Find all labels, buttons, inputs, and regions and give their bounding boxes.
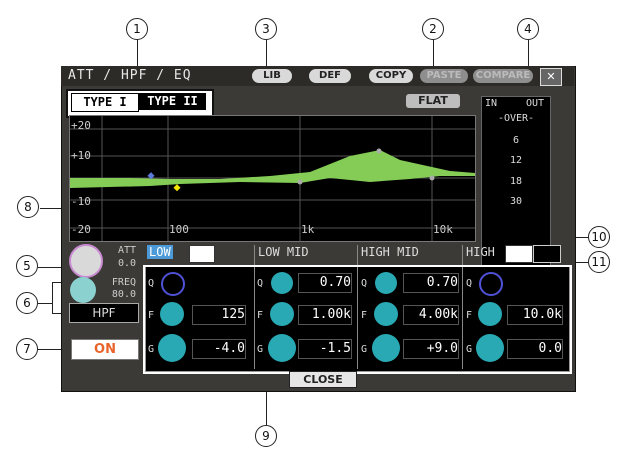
callout-2: 2 bbox=[422, 18, 444, 40]
att-knob[interactable] bbox=[69, 244, 103, 278]
flat-button[interactable]: FLAT bbox=[406, 94, 460, 108]
y-label-plus10: +10 bbox=[71, 149, 91, 162]
band-point-hpf[interactable] bbox=[173, 184, 181, 192]
callout-line-6a bbox=[38, 303, 52, 304]
callout-line-6b bbox=[52, 282, 53, 314]
meter-out-label: OUT bbox=[526, 98, 545, 109]
x-label-1k: 1k bbox=[301, 223, 315, 236]
meter-scale-18: 18 bbox=[509, 176, 523, 187]
att-value: 0.0 bbox=[117, 258, 136, 269]
close-button[interactable]: CLOSE bbox=[289, 371, 357, 388]
callout-3: 3 bbox=[255, 18, 277, 40]
high-shelf-filter-icon[interactable] bbox=[505, 245, 533, 263]
meter-over-label: -OVER- bbox=[497, 113, 535, 124]
eq-on-button[interactable]: ON bbox=[71, 339, 139, 360]
callout-5: 5 bbox=[16, 255, 38, 277]
x-label-100: 100 bbox=[169, 223, 189, 236]
type-1-button[interactable]: TYPE I bbox=[71, 93, 139, 112]
callout-8: 8 bbox=[17, 196, 39, 218]
band-point-highmid[interactable] bbox=[376, 148, 382, 154]
x-label-10k: 10k bbox=[433, 223, 453, 236]
y-label-minus20: -20 bbox=[71, 223, 91, 236]
y-label-minus10: -10 bbox=[71, 195, 91, 208]
high-pass-filter-icon[interactable] bbox=[533, 245, 561, 263]
band-params-outline bbox=[143, 265, 572, 374]
y-label-plus20: +20 bbox=[71, 119, 91, 132]
callout-9: 9 bbox=[255, 425, 277, 447]
hpf-freq-value: 80.0 bbox=[111, 289, 136, 300]
close-x-icon[interactable]: ✕ bbox=[540, 68, 562, 86]
band-point-high[interactable] bbox=[429, 175, 435, 181]
callout-1: 1 bbox=[126, 18, 148, 40]
eq-curve-svg bbox=[70, 116, 475, 241]
hpf-button[interactable]: HPF bbox=[69, 303, 139, 323]
meter-in-label: IN bbox=[485, 98, 498, 109]
hpf-freq-knob[interactable] bbox=[70, 277, 96, 303]
meter-scale-6: 6 bbox=[512, 135, 520, 146]
band-point-lowmid[interactable] bbox=[297, 179, 303, 185]
callout-11: 11 bbox=[588, 251, 610, 273]
lib-button[interactable]: LIB bbox=[252, 69, 292, 83]
panel-title: ATT / HPF / EQ bbox=[68, 68, 192, 83]
band-header-lowmid: LOW MID bbox=[258, 245, 309, 259]
callout-10: 10 bbox=[588, 226, 610, 248]
def-button[interactable]: DEF bbox=[309, 69, 351, 83]
meter-scale-12: 12 bbox=[509, 155, 523, 166]
band-header-low: LOW bbox=[147, 245, 173, 259]
type-2-button[interactable]: TYPE II bbox=[139, 93, 206, 110]
callout-4: 4 bbox=[517, 18, 539, 40]
meter-scale-30: 30 bbox=[509, 196, 523, 207]
band-header-highmid: HIGH MID bbox=[361, 245, 419, 259]
hpf-freq-label: FREQ bbox=[111, 277, 136, 288]
low-shelf-filter-icon[interactable] bbox=[189, 245, 215, 263]
callout-6: 6 bbox=[16, 292, 38, 314]
copy-button[interactable]: COPY bbox=[369, 69, 413, 83]
paste-button[interactable]: PASTE bbox=[420, 69, 468, 83]
compare-button[interactable]: COMPARE bbox=[473, 69, 533, 83]
att-label: ATT bbox=[117, 245, 136, 256]
eq-graph: +20 +10 -10 -20 100 1k 10k bbox=[69, 115, 476, 242]
callout-7: 7 bbox=[16, 338, 38, 360]
band-header-high: HIGH bbox=[466, 245, 495, 259]
